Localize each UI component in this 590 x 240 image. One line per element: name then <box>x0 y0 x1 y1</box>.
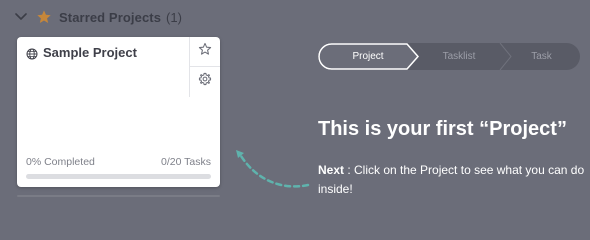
star-outline-icon <box>198 42 212 61</box>
completed-text: 0% Completed <box>26 156 95 168</box>
card-actions <box>189 37 220 97</box>
card-divider <box>17 195 220 197</box>
globe-icon <box>26 47 38 59</box>
project-title[interactable]: Sample Project <box>43 45 137 60</box>
chevron-down-icon[interactable] <box>14 10 28 24</box>
onboarding-title: This is your first “Project” <box>318 118 567 140</box>
step-task[interactable]: Task <box>503 43 580 70</box>
card-title-row[interactable]: Sample Project <box>26 45 137 60</box>
project-card[interactable]: Sample Project 0% Completed 0/20 Tasks <box>17 37 220 187</box>
project-settings-button[interactable] <box>190 66 220 96</box>
onboarding-stepper: Project Tasklist Task <box>318 43 580 70</box>
pointer-arrow-icon <box>236 150 310 188</box>
section-title: Starred Projects <box>59 9 162 25</box>
starred-projects-header[interactable]: Starred Projects (1) <box>14 6 182 28</box>
star-project-button[interactable] <box>190 37 220 66</box>
star-filled-icon <box>36 9 52 25</box>
next-label: Next <box>318 163 345 177</box>
card-footer: 0% Completed 0/20 Tasks <box>26 156 211 168</box>
step-tasklist[interactable]: Tasklist <box>413 43 505 70</box>
step-project[interactable]: Project <box>318 43 418 70</box>
progress-bar <box>26 174 211 179</box>
tasks-count: 0/20 Tasks <box>160 156 211 168</box>
section-count: (1) <box>166 9 182 25</box>
onboarding-description: Next : Click on the Project to see what … <box>318 161 586 199</box>
gear-icon <box>198 72 212 91</box>
onboarding-description-text: : Click on the Project to see what you c… <box>318 163 585 196</box>
